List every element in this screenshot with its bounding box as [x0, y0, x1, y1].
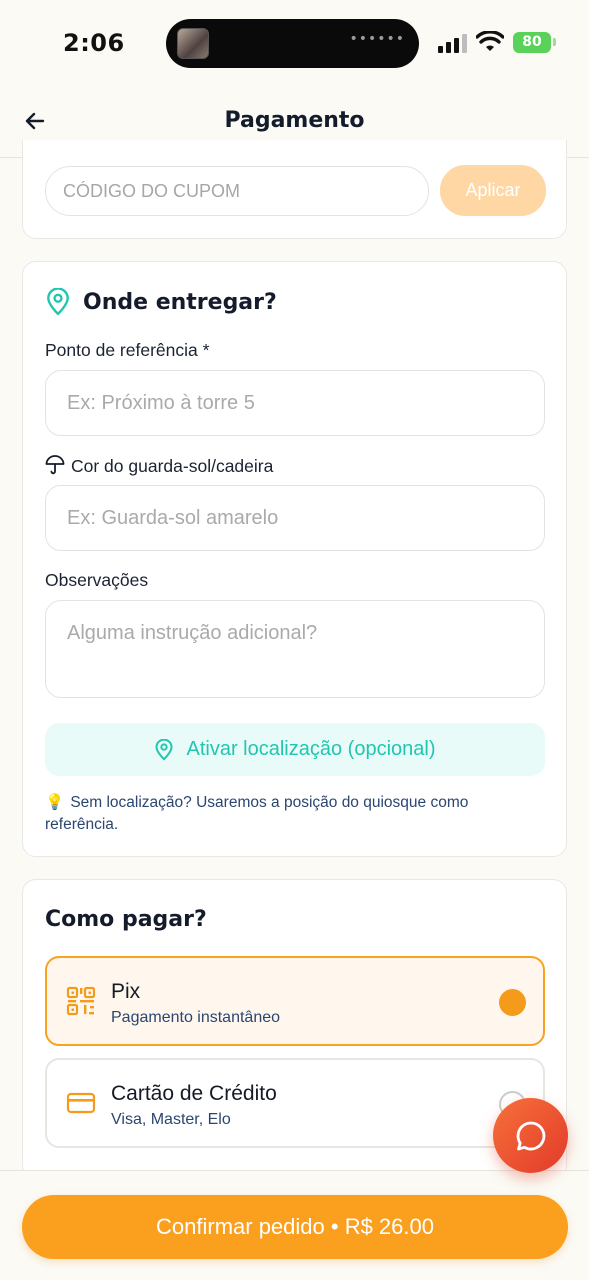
wifi-icon [476, 31, 504, 51]
enable-location-button[interactable]: Ativar localização (opcional) [45, 723, 545, 776]
radio-selected[interactable] [499, 989, 526, 1016]
coupon-card: Aplicar [22, 140, 567, 239]
payment-option-name: Cartão de Crédito [111, 1082, 277, 1105]
payment-option-credit-card[interactable]: Cartão de Crédito Visa, Master, Elo [45, 1058, 545, 1148]
reference-input[interactable] [45, 370, 545, 436]
payment-option-subtitle: Pagamento instantâneo [111, 1009, 281, 1026]
notes-label: Observações [45, 570, 149, 590]
apply-coupon-button[interactable]: Aplicar [440, 165, 546, 216]
status-bar: 2:06 •••••• 80 [0, 0, 589, 90]
enable-location-label: Ativar localização (opcional) [186, 738, 436, 760]
umbrella-label: Cor do guarda-sol/cadeira [71, 456, 274, 476]
umbrella-icon [45, 455, 65, 475]
battery-icon: 80 [513, 32, 551, 53]
battery-nub [553, 38, 556, 46]
status-time: 2:06 [63, 29, 125, 57]
payment-option-pix[interactable]: Pix Pagamento instantâneo [45, 956, 545, 1046]
confirm-order-button[interactable]: Confirmar pedido • R$ 26.00 [22, 1195, 568, 1259]
cellular-signal-icon [438, 33, 468, 53]
chat-button[interactable] [493, 1098, 568, 1173]
umbrella-label-row: Cor do guarda-sol/cadeira [45, 455, 273, 477]
notes-textarea[interactable] [45, 600, 545, 698]
checkout-footer: Confirmar pedido • R$ 26.00 [0, 1170, 589, 1280]
page-title: Pagamento [224, 108, 365, 133]
credit-card-icon [66, 1092, 96, 1114]
delivery-heading: Onde entregar? [45, 288, 277, 316]
location-hint: 💡 Sem localização? Usaremos a posição do … [45, 792, 525, 836]
location-hint-text: Sem localização? Usaremos a posição do q… [45, 794, 469, 833]
coupon-code-input[interactable] [45, 166, 429, 216]
map-pin-icon [155, 738, 173, 761]
payment-option-name: Pix [111, 980, 141, 1003]
payment-option-subtitle: Visa, Master, Elo [111, 1111, 231, 1128]
qr-code-icon [66, 986, 96, 1016]
chat-bubble-icon [516, 1121, 545, 1150]
lightbulb-icon: 💡 [45, 794, 65, 811]
payment-title: Como pagar? [45, 907, 207, 932]
dynamic-island: •••••• [166, 19, 419, 68]
umbrella-color-input[interactable] [45, 485, 545, 551]
payment-card: Como pagar? Pix Pagamento instantâneo Ca… [22, 879, 567, 1179]
map-pin-icon [47, 288, 69, 316]
delivery-card: Onde entregar? Ponto de referência * Cor… [22, 261, 567, 857]
island-waveform-icon: •••••• [349, 31, 405, 47]
delivery-title: Onde entregar? [83, 289, 277, 315]
reference-label: Ponto de referência * [45, 340, 210, 360]
now-playing-thumbnail [177, 28, 209, 59]
